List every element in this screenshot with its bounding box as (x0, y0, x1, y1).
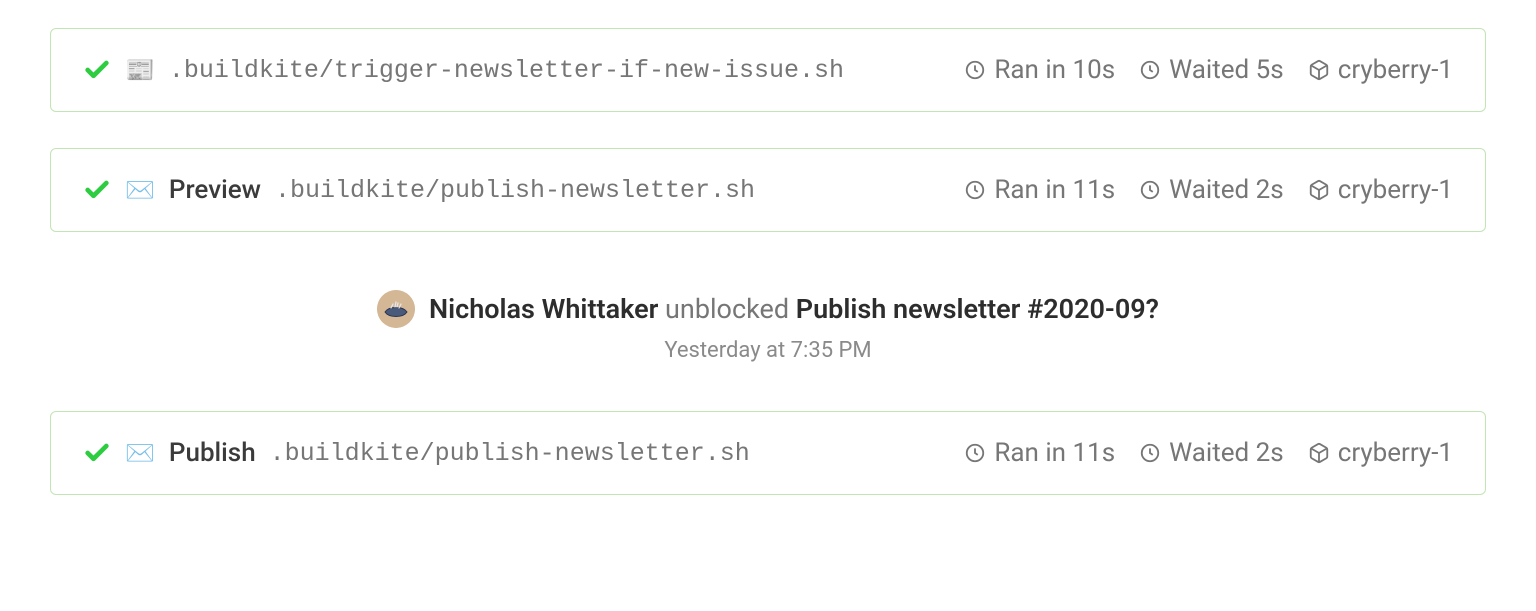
step-name: Preview (169, 175, 261, 205)
step-left: ✉️ Preview .buildkite/publish-newsletter… (83, 175, 964, 205)
unblock-verb: unblocked (665, 293, 789, 325)
ran-text: Ran in 11s (994, 438, 1115, 468)
agent-text: cryberry-1 (1338, 55, 1453, 85)
box-icon (1308, 442, 1330, 464)
unblock-text: Nicholas Whittaker unblocked Publish new… (429, 293, 1159, 325)
step-meta: Ran in 11s Waited 2s cryberry-1 (964, 438, 1453, 468)
box-icon (1308, 179, 1330, 201)
agent-text: cryberry-1 (1338, 175, 1453, 205)
step-command: .buildkite/publish-newsletter.sh (270, 439, 750, 468)
unblock-timestamp: Yesterday at 7:35 PM (50, 338, 1486, 363)
agent-name: cryberry-1 (1308, 175, 1453, 205)
check-icon (83, 439, 111, 467)
waited-text: Waited 2s (1169, 438, 1284, 468)
step-left: ✉️ Publish .buildkite/publish-newsletter… (83, 438, 964, 468)
unblock-target: Publish newsletter #2020-09? (796, 293, 1159, 325)
clock-icon (1139, 179, 1161, 201)
unblock-actor: Nicholas Whittaker (429, 293, 658, 325)
build-step-row[interactable]: ✉️ Publish .buildkite/publish-newsletter… (50, 411, 1486, 495)
step-emoji: ✉️ (125, 441, 155, 465)
step-emoji: ✉️ (125, 178, 155, 202)
agent-text: cryberry-1 (1338, 438, 1453, 468)
box-icon (1308, 59, 1330, 81)
agent-name: cryberry-1 (1308, 55, 1453, 85)
step-left: 📰 .buildkite/trigger-newsletter-if-new-i… (83, 56, 964, 85)
clock-icon (1139, 442, 1161, 464)
waited-duration: Waited 2s (1139, 175, 1284, 205)
waited-duration: Waited 5s (1139, 55, 1284, 85)
clock-icon (964, 442, 986, 464)
unblock-event: Nicholas Whittaker unblocked Publish new… (50, 290, 1486, 363)
clock-icon (964, 179, 986, 201)
check-icon (83, 176, 111, 204)
avatar (377, 290, 415, 328)
step-meta: Ran in 11s Waited 2s cryberry-1 (964, 175, 1453, 205)
unblock-row: Nicholas Whittaker unblocked Publish new… (50, 290, 1486, 328)
step-emoji: 📰 (125, 58, 155, 82)
clock-icon (964, 59, 986, 81)
ran-duration: Ran in 10s (964, 55, 1115, 85)
ran-duration: Ran in 11s (964, 175, 1115, 205)
agent-name: cryberry-1 (1308, 438, 1453, 468)
step-name: Publish (169, 438, 256, 468)
waited-duration: Waited 2s (1139, 438, 1284, 468)
step-command: .buildkite/trigger-newsletter-if-new-iss… (169, 56, 844, 85)
ran-text: Ran in 11s (994, 175, 1115, 205)
step-command: .buildkite/publish-newsletter.sh (275, 176, 755, 205)
waited-text: Waited 2s (1169, 175, 1284, 205)
build-step-row[interactable]: ✉️ Preview .buildkite/publish-newsletter… (50, 148, 1486, 232)
waited-text: Waited 5s (1169, 55, 1284, 85)
build-step-row[interactable]: 📰 .buildkite/trigger-newsletter-if-new-i… (50, 28, 1486, 112)
clock-icon (1139, 59, 1161, 81)
ran-text: Ran in 10s (994, 55, 1115, 85)
step-meta: Ran in 10s Waited 5s cryberry-1 (964, 55, 1453, 85)
check-icon (83, 56, 111, 84)
ran-duration: Ran in 11s (964, 438, 1115, 468)
